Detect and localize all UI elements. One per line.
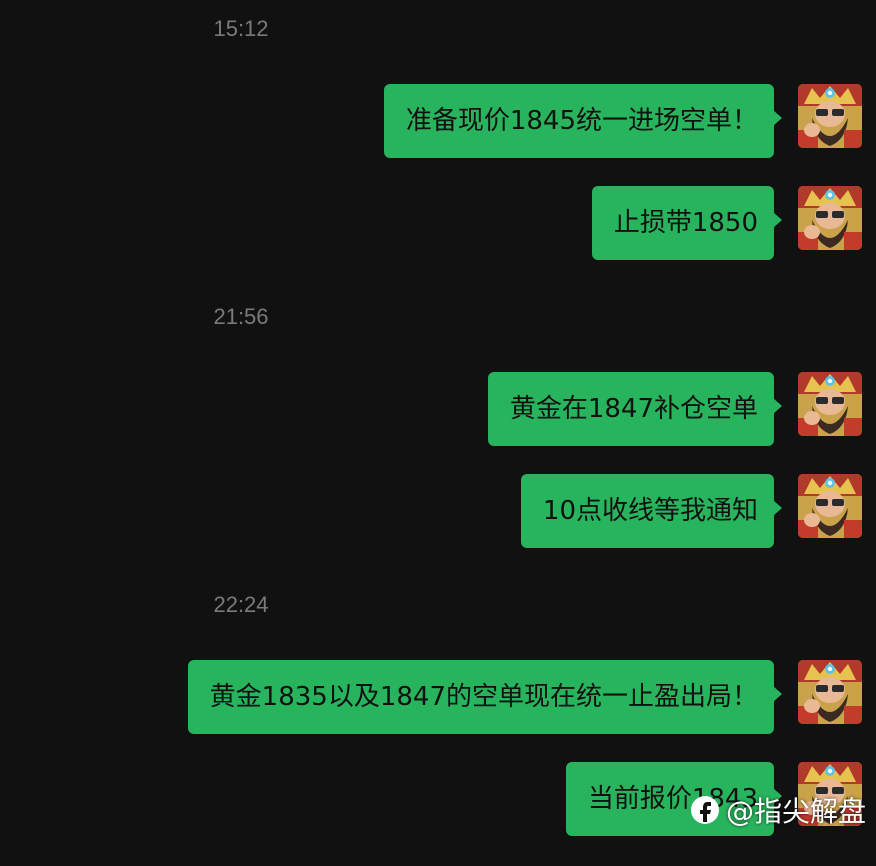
platform-logo-icon	[690, 796, 719, 824]
timestamp: 22:24	[213, 592, 269, 617]
avatar-icon[interactable]	[798, 474, 862, 538]
watermark: @指尖解盘	[690, 790, 866, 830]
message-bubble[interactable]: 止损带1850	[591, 186, 783, 260]
message-row: 准备现价1845统一进场空单！	[383, 84, 862, 158]
avatar-icon[interactable]	[798, 186, 862, 250]
message-bubble[interactable]: 10点收线等我通知	[520, 474, 783, 548]
timestamp: 21:56	[213, 304, 269, 329]
timestamp: 15:12	[213, 16, 269, 41]
message-bubble[interactable]: 黄金在1847补仓空单	[487, 372, 783, 446]
avatar-icon[interactable]	[798, 372, 862, 436]
message-bubble[interactable]: 准备现价1845统一进场空单！	[383, 84, 783, 158]
message-row: 10点收线等我通知	[520, 474, 862, 548]
message-bubble[interactable]: 黄金1835以及1847的空单现在统一止盈出局！	[187, 660, 783, 734]
message-row: 黄金在1847补仓空单	[487, 372, 862, 446]
message-row: 止损带1850	[591, 186, 862, 260]
message-row: 黄金1835以及1847的空单现在统一止盈出局！	[187, 660, 862, 734]
watermark-text: @指尖解盘	[725, 795, 866, 828]
avatar-icon[interactable]	[798, 660, 862, 724]
avatar-icon[interactable]	[798, 84, 862, 148]
